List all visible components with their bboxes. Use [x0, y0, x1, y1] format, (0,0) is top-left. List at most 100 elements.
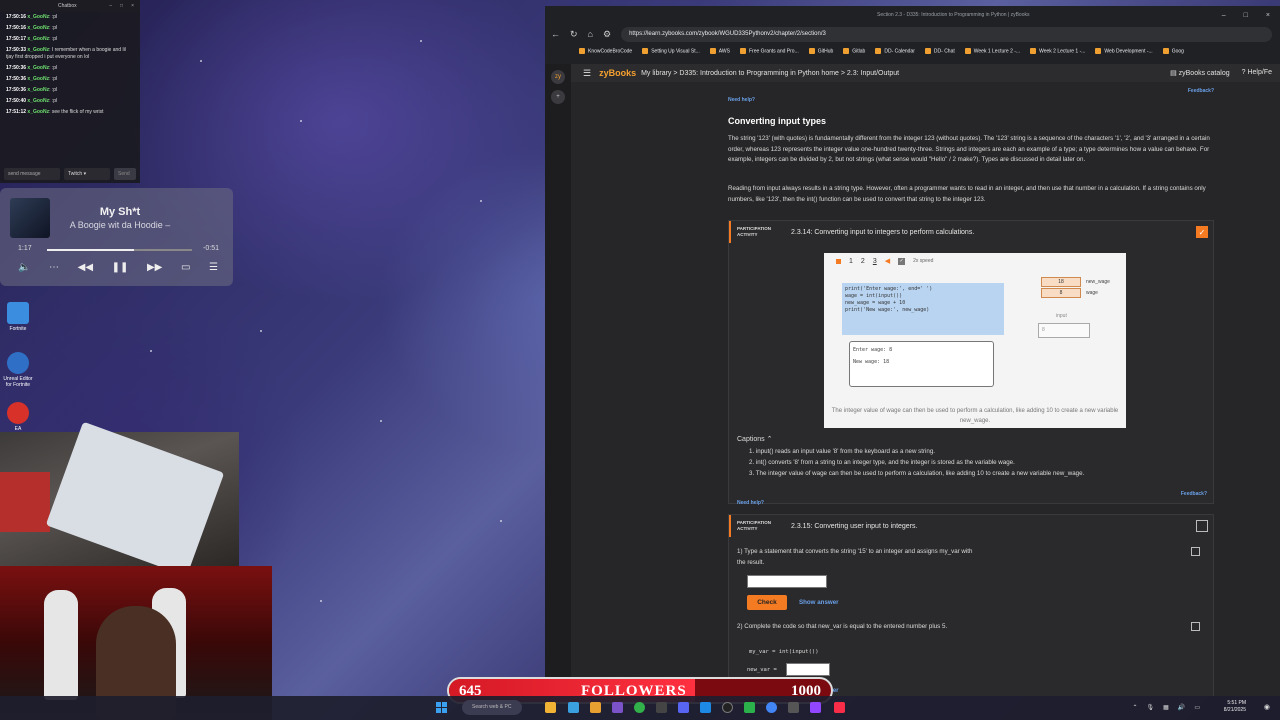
chat-message-input[interactable]: send message — [4, 167, 60, 180]
add-icon[interactable]: + — [551, 90, 565, 104]
stop-icon[interactable] — [836, 258, 841, 264]
music-icon[interactable] — [834, 702, 845, 713]
caption-item: 2. int() converts '8' from a string to a… — [749, 459, 1015, 466]
queue-icon[interactable]: ☰ — [209, 262, 218, 273]
settings-icon[interactable]: ⚙ — [603, 29, 611, 40]
pause-icon[interactable]: ❚❚ — [112, 262, 129, 273]
lyrics-icon[interactable]: ▭ — [181, 262, 190, 273]
tab-title[interactable]: Section 2.3 - D335: Introduction to Prog… — [877, 12, 1030, 18]
close-icon[interactable]: × — [131, 3, 134, 9]
desktop-icon-unreal-editor[interactable]: Unreal Editor for Fortnite — [0, 352, 36, 388]
more-icon[interactable]: ⋯ — [49, 262, 59, 273]
bookmark[interactable]: DD- Calendar — [875, 48, 915, 54]
bookmark[interactable]: Free Grants and Pro... — [740, 48, 799, 54]
reload-icon[interactable]: ↻ — [570, 29, 578, 40]
twitch-icon[interactable] — [810, 702, 821, 713]
address-bar[interactable]: https://learn.zybooks.com/zybook/WGUD335… — [621, 26, 1272, 42]
desktop-icon-ea[interactable]: EA — [0, 402, 36, 432]
xbox-icon[interactable] — [634, 702, 645, 713]
edge-icon[interactable] — [568, 702, 579, 713]
bookmark[interactable]: Gitlab — [843, 48, 865, 54]
feedback-link[interactable]: Feedback? — [1188, 88, 1214, 94]
show-answer-link[interactable]: Show answer — [799, 599, 839, 606]
vscode-icon[interactable] — [700, 702, 711, 713]
variable-cell: 18 — [1041, 277, 1081, 287]
activity-header: PARTICIPATION ACTIVITY 2.3.15: Convertin… — [729, 515, 1213, 537]
bookmark[interactable]: GitHub — [809, 48, 834, 54]
volume-icon[interactable]: 🔊 — [1178, 704, 1185, 711]
minimize-icon[interactable]: – — [109, 3, 112, 9]
chatbox-window: Chatbox – □ × 17:50:16 x_GooNz: :pl 17:50:… — [0, 0, 140, 183]
catalog-link[interactable]: ▤ zyBooks catalog — [1170, 69, 1230, 77]
captions-list: 1. input() reads an input value '8' from… — [749, 446, 1084, 479]
microphone-icon[interactable]: 🎙 — [1147, 704, 1155, 711]
maximize-icon[interactable]: □ — [1244, 12, 1248, 19]
speed-checkbox[interactable]: ✓ — [898, 257, 906, 265]
bookmark[interactable]: Week 2 Lecture 1 -... — [1030, 48, 1085, 54]
chat-input-row: send message Twitch ▾ Send — [4, 167, 136, 180]
close-icon[interactable]: × — [1266, 12, 1270, 19]
next-icon[interactable]: ▶▶ — [147, 262, 162, 273]
question-2: 2) Complete the code so that new_var is … — [737, 622, 1207, 633]
step-button[interactable]: 3 — [873, 258, 877, 265]
answer-input[interactable] — [747, 575, 827, 588]
feedback-link[interactable]: Feedback? — [1181, 491, 1207, 497]
step-button[interactable]: 2 — [861, 258, 865, 265]
breadcrumb[interactable]: My library > D335: Introduction to Progr… — [641, 70, 899, 77]
step-button[interactable]: 1 — [849, 258, 853, 265]
bookmark[interactable]: Setting Up Visual St... — [642, 48, 700, 54]
chevron-up-icon[interactable]: ⌃ — [1133, 704, 1138, 711]
track-title: My Sh*t — [99, 206, 141, 218]
variable-name: wage — [1086, 290, 1098, 296]
answer-input[interactable] — [786, 663, 830, 676]
back-arrow-icon[interactable]: ◀ — [885, 257, 890, 265]
back-icon[interactable]: ← — [551, 29, 560, 39]
captions-toggle[interactable]: Captions ⌃ — [737, 435, 772, 443]
help-link[interactable]: ? Help/Fe — [1242, 69, 1272, 77]
question-checkbox — [1191, 547, 1200, 556]
need-help-link[interactable]: Need help? — [728, 97, 755, 103]
seek-bar[interactable] — [47, 249, 192, 251]
chrome-icon[interactable] — [766, 702, 777, 713]
media-player: My Sh*t A Boogie wit da Hoodie – 1:17 -0… — [0, 188, 233, 286]
app-icon[interactable] — [788, 702, 799, 713]
send-button[interactable]: Send — [114, 167, 136, 180]
zybooks-icon[interactable]: zy — [551, 70, 565, 84]
app-icon[interactable] — [656, 702, 667, 713]
file-explorer-icon[interactable] — [545, 702, 556, 713]
need-help-link[interactable]: Need help? — [737, 500, 764, 506]
notification-icon[interactable]: ◉ — [1264, 703, 1270, 711]
discord-icon[interactable] — [678, 702, 689, 713]
battery-icon[interactable]: ▭ — [1194, 704, 1200, 711]
minimize-icon[interactable]: – — [1222, 12, 1226, 19]
bookmark[interactable]: Web Development -... — [1095, 48, 1152, 54]
keyboard-camera-feed — [0, 421, 239, 577]
bookmark[interactable]: KnowCodeBroCode — [579, 48, 632, 54]
bookmark[interactable]: Week 1 Lecture 2 -... — [965, 48, 1020, 54]
start-button[interactable] — [436, 702, 447, 713]
folder-icon[interactable] — [590, 702, 601, 713]
taskbar-search[interactable]: Search web & PC — [462, 700, 522, 715]
chat-message: 17:50:33 x_GooNz: I remember when a boog… — [6, 47, 126, 60]
home-icon[interactable]: ⌂ — [588, 29, 593, 39]
taskbar-clock[interactable]: 5:51 PM 8/21/2025 — [1224, 700, 1246, 714]
maximize-icon[interactable]: □ — [120, 3, 123, 9]
bookmark[interactable]: DD- Chat — [925, 48, 955, 54]
fortnite-icon — [7, 302, 29, 324]
obs-icon[interactable] — [722, 702, 733, 713]
desktop-icon-label: Unreal Editor for Fortnite — [3, 376, 33, 388]
check-button[interactable]: Check — [747, 595, 787, 610]
app-icon[interactable] — [744, 702, 755, 713]
volume-icon[interactable]: 🔈 — [18, 262, 30, 273]
previous-icon[interactable]: ◀◀ — [78, 262, 93, 273]
desktop-icon-fortnite[interactable]: Fortnite — [0, 302, 36, 332]
app-icon[interactable] — [612, 702, 623, 713]
menu-icon[interactable]: ☰ — [571, 68, 599, 79]
network-icon[interactable]: ▦ — [1163, 704, 1169, 711]
bookmark[interactable]: Goog — [1163, 48, 1184, 54]
bookmark[interactable]: AWS — [710, 48, 730, 54]
animation-caption: The integer value of wage can then be us… — [831, 408, 1119, 424]
platform-select[interactable]: Twitch ▾ — [64, 167, 110, 180]
zybooks-logo[interactable]: zyBooks — [599, 68, 636, 78]
catalog-icon: ▤ — [1170, 70, 1177, 77]
